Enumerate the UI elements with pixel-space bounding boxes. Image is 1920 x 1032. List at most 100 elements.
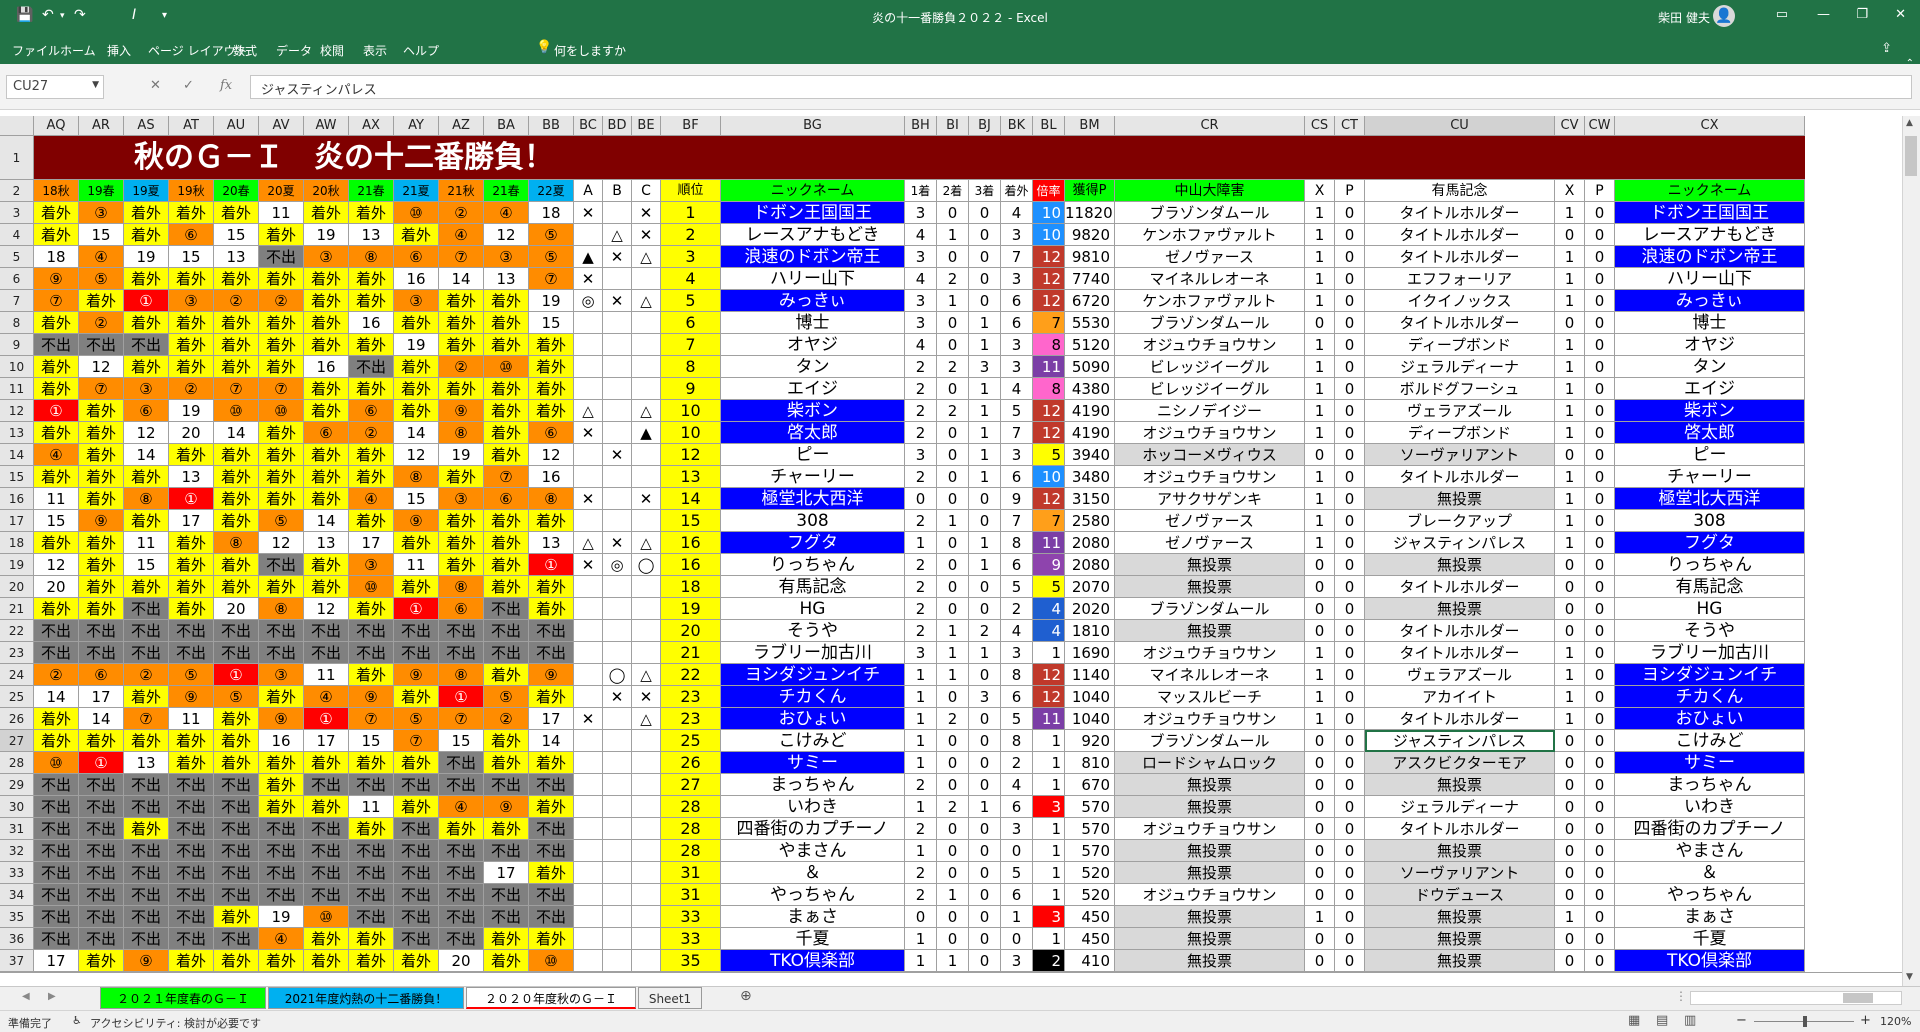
finish-cell[interactable]: 1 xyxy=(905,796,937,818)
pick-cell[interactable]: ブラゾンダムール xyxy=(1115,202,1305,224)
mark-cell[interactable]: △ xyxy=(632,290,661,312)
history-cell[interactable]: 着外 xyxy=(79,290,124,312)
history-cell[interactable]: 不出 xyxy=(259,818,304,840)
mark-cell[interactable]: ✕ xyxy=(603,686,632,708)
history-cell[interactable]: 不出 xyxy=(34,818,79,840)
close-icon[interactable]: ✕ xyxy=(1895,7,1906,22)
points-cell[interactable]: 5120 xyxy=(1065,334,1115,356)
nickname-cell[interactable]: そうや xyxy=(1615,620,1805,642)
history-cell[interactable]: 着外 xyxy=(484,730,529,752)
finish-cell[interactable]: 3 xyxy=(905,246,937,268)
history-cell[interactable]: 着外 xyxy=(529,752,574,774)
history-cell[interactable]: 不出 xyxy=(259,554,304,576)
history-cell[interactable]: 不出 xyxy=(484,598,529,620)
pick-cell[interactable]: タイトルホルダー xyxy=(1365,466,1555,488)
finish-cell[interactable]: 0 xyxy=(937,334,969,356)
history-cell[interactable]: 着外 xyxy=(439,510,484,532)
x-cell[interactable]: 1 xyxy=(1555,510,1585,532)
history-cell[interactable]: 着外 xyxy=(259,774,304,796)
finish-cell[interactable]: 1 xyxy=(969,444,1001,466)
row-header[interactable]: 30 xyxy=(0,796,34,818)
row-header[interactable]: 10 xyxy=(0,356,34,378)
history-cell[interactable]: ③ xyxy=(484,246,529,268)
mark-cell[interactable] xyxy=(574,796,603,818)
history-cell[interactable]: 不出 xyxy=(34,642,79,664)
points-cell[interactable]: 570 xyxy=(1065,840,1115,862)
history-cell[interactable]: ⑨ xyxy=(169,686,214,708)
p-cell[interactable]: 0 xyxy=(1585,950,1615,972)
rank-cell[interactable]: 21 xyxy=(661,642,721,664)
history-cell[interactable]: 着外 xyxy=(394,378,439,400)
mark-cell[interactable] xyxy=(632,620,661,642)
p-cell[interactable]: 0 xyxy=(1585,576,1615,598)
finish-cell[interactable]: 7 xyxy=(1001,510,1033,532)
odds-cell[interactable]: 12 xyxy=(1033,488,1065,510)
nickname-cell[interactable]: ＆ xyxy=(721,862,905,884)
history-cell[interactable]: ① xyxy=(439,686,484,708)
finish-cell[interactable]: 2 xyxy=(937,400,969,422)
history-cell[interactable]: ⑨ xyxy=(259,708,304,730)
column-header[interactable]: AV xyxy=(259,116,304,136)
finish-cell[interactable]: 4 xyxy=(905,224,937,246)
p-cell[interactable]: 0 xyxy=(1335,950,1365,972)
finish-cell[interactable]: 1 xyxy=(905,752,937,774)
history-cell[interactable]: ④ xyxy=(79,246,124,268)
finish-cell[interactable]: 4 xyxy=(1001,378,1033,400)
history-cell[interactable]: 不出 xyxy=(34,884,79,906)
history-cell[interactable]: 不出 xyxy=(394,774,439,796)
row-header[interactable]: 14 xyxy=(0,444,34,466)
mark-cell[interactable] xyxy=(603,598,632,620)
finish-cell[interactable]: 2 xyxy=(905,884,937,906)
history-cell[interactable]: 11 xyxy=(124,532,169,554)
nickname-cell[interactable]: チャーリー xyxy=(721,466,905,488)
finish-cell[interactable]: 2 xyxy=(905,378,937,400)
history-cell[interactable]: 着外 xyxy=(304,202,349,224)
history-cell[interactable]: 着外 xyxy=(169,950,214,972)
history-cell[interactable]: 不出 xyxy=(124,840,169,862)
history-cell[interactable]: ④ xyxy=(439,224,484,246)
history-cell[interactable]: ② xyxy=(169,378,214,400)
nickname-cell[interactable]: ハリー山下 xyxy=(1615,268,1805,290)
mark-cell[interactable] xyxy=(574,642,603,664)
mark-cell[interactable] xyxy=(574,752,603,774)
add-sheet-icon[interactable]: ⊕ xyxy=(740,988,752,1004)
history-cell[interactable]: ⑧ xyxy=(349,246,394,268)
nickname-cell[interactable]: レースアナもどき xyxy=(1615,224,1805,246)
nickname-cell[interactable]: 有馬記念 xyxy=(1615,576,1805,598)
p-cell[interactable]: 0 xyxy=(1335,246,1365,268)
history-cell[interactable]: 不出 xyxy=(79,884,124,906)
finish-cell[interactable]: 1 xyxy=(969,532,1001,554)
finish-cell[interactable]: 2 xyxy=(905,356,937,378)
history-cell[interactable]: 着外 xyxy=(529,356,574,378)
history-cell[interactable]: 着外 xyxy=(304,554,349,576)
history-cell[interactable]: 15 xyxy=(439,730,484,752)
sheet-tab-3[interactable]: Sheet1 xyxy=(638,987,702,1009)
history-cell[interactable]: 着外 xyxy=(484,576,529,598)
odds-cell[interactable]: 1 xyxy=(1033,840,1065,862)
mark-cell[interactable] xyxy=(603,400,632,422)
history-cell[interactable]: 着外 xyxy=(349,202,394,224)
mark-cell[interactable] xyxy=(603,708,632,730)
mark-cell[interactable]: △ xyxy=(632,246,661,268)
nickname-cell[interactable]: りっちゃん xyxy=(1615,554,1805,576)
x-cell[interactable]: 1 xyxy=(1305,290,1335,312)
finish-cell[interactable]: 5 xyxy=(1001,708,1033,730)
history-cell[interactable]: ⑥ xyxy=(439,598,484,620)
p-cell[interactable]: 0 xyxy=(1585,554,1615,576)
history-cell[interactable]: 20 xyxy=(169,422,214,444)
row-header[interactable]: 24 xyxy=(0,664,34,686)
points-cell[interactable]: 4380 xyxy=(1065,378,1115,400)
history-cell[interactable]: 着外 xyxy=(259,356,304,378)
x-cell[interactable]: 1 xyxy=(1305,224,1335,246)
nickname-cell[interactable]: サミー xyxy=(721,752,905,774)
pick-cell[interactable]: ビレッジイーグル xyxy=(1115,356,1305,378)
history-cell[interactable]: ⑦ xyxy=(124,708,169,730)
mark-cell[interactable] xyxy=(632,466,661,488)
pick-cell[interactable]: ニシノデイジー xyxy=(1115,400,1305,422)
history-cell[interactable]: 着外 xyxy=(259,752,304,774)
history-cell[interactable]: 着外 xyxy=(304,290,349,312)
finish-cell[interactable]: 3 xyxy=(1001,334,1033,356)
pick-cell[interactable]: タイトルホルダー xyxy=(1365,642,1555,664)
history-cell[interactable]: 不出 xyxy=(484,840,529,862)
history-cell[interactable]: ④ xyxy=(439,796,484,818)
